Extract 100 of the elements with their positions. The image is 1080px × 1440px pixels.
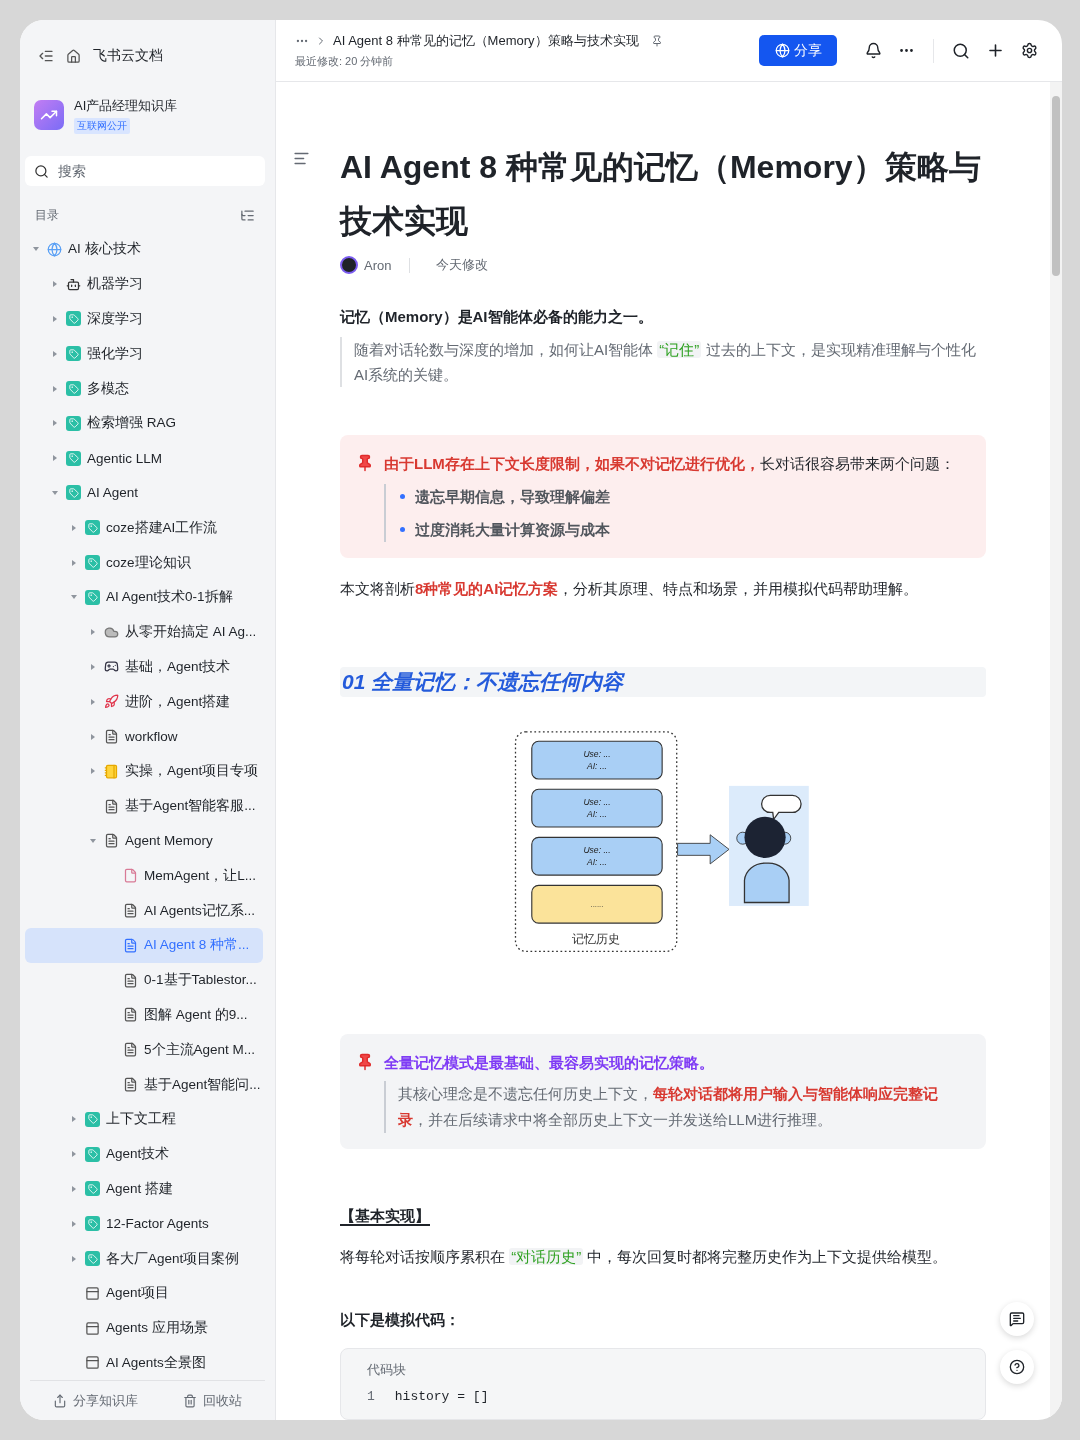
caret-icon[interactable] [70,1254,78,1263]
avatar [340,256,358,274]
help-button[interactable] [1000,1350,1034,1384]
tag-icon [66,415,81,431]
tree-item[interactable]: AI Agent技术0-1拆解 [25,579,263,615]
caret-icon[interactable] [89,628,97,637]
search-icon[interactable] [952,41,970,60]
caret-icon[interactable] [51,384,59,393]
tree-item[interactable]: coze搭建AI工作流 [25,510,263,546]
callout-text: 由于LLM存在上下文长度限制，如果不对记忆进行优化，长对话很容易带来两个问题： [384,454,956,474]
tree-item[interactable]: AI Agent [25,475,263,511]
notification-icon[interactable] [865,42,882,59]
pin-icon [356,454,374,472]
tag-icon [85,1146,100,1162]
tree-item[interactable]: 12-Factor Agents [25,1206,263,1242]
tree-item[interactable]: Agents 应用场景 [25,1310,263,1346]
document-icon [104,798,119,814]
caret-icon[interactable] [70,1184,78,1193]
caret-icon[interactable] [89,697,97,706]
tree-item[interactable]: 多模态 [25,371,263,406]
diagram-caption: 记忆历史 [572,931,621,946]
comment-button[interactable] [1000,1302,1034,1336]
caret-icon[interactable] [51,315,59,323]
settings-icon[interactable] [1021,42,1038,59]
caret-icon[interactable] [70,558,78,567]
tree-item[interactable]: 0-1基于Tablestor... [25,962,263,998]
message-card: Use: ... AI: ... [531,788,663,828]
paragraph: 将每轮对话按顺序累积在 “对话历史” 中，每次回复时都将完整历史作为上下文提供给模型。 [340,1246,949,1267]
caret-icon[interactable] [89,732,97,741]
add-icon[interactable] [986,41,1005,60]
outline-icon[interactable] [293,150,310,167]
tree-item[interactable]: AI Agents记忆系... [25,893,263,928]
caret-icon[interactable] [51,349,59,358]
last-modified: 最近修改: 20 分钟前 [295,54,395,69]
caret-icon[interactable] [70,523,78,532]
list-icon[interactable] [240,207,255,223]
home-icon[interactable] [66,48,81,64]
arrow [677,834,730,865]
tag-icon [85,520,100,536]
search-field[interactable]: 搜索 [25,156,265,186]
caret-icon[interactable] [89,662,97,671]
caret-icon[interactable] [89,767,97,776]
board-icon [85,1320,100,1336]
document-icon [104,729,119,745]
caret-icon[interactable] [70,1115,78,1124]
caret-icon[interactable] [70,1219,78,1228]
board-icon [85,1285,100,1301]
space-logo-icon [34,100,64,130]
tag-icon [85,555,100,571]
share-button[interactable]: 分享 [759,35,837,66]
collapse-sidebar-icon[interactable] [38,48,54,64]
tree-item[interactable]: 强化学习 [25,336,263,372]
rocket-icon [104,694,119,710]
tree-item[interactable]: AI Agents全景图 [25,1345,263,1380]
author-name[interactable]: Aron [364,257,411,273]
tree-item[interactable]: Agent技术 [25,1136,263,1172]
tree-item[interactable]: coze理论知识 [25,545,263,580]
tree-item[interactable]: AI 核心技术 [25,232,263,267]
tree-item[interactable]: MemAgent，让L... [25,858,263,894]
tree-item[interactable]: 上下文工程 [25,1101,263,1137]
pin-icon[interactable] [650,35,663,47]
tree-item[interactable]: 机器学习 [25,266,263,302]
tree-item[interactable]: 各大厂Agent项目案例 [25,1241,263,1276]
tree-item[interactable]: 实操，Agent项目专项 [25,753,263,789]
document-icon [123,1042,138,1058]
caret-icon[interactable] [89,836,97,845]
tree-item[interactable]: 基于Agent智能客服... [25,788,263,824]
caret-icon[interactable] [51,488,59,497]
caret-icon[interactable] [70,1150,78,1159]
tree-item[interactable]: workflow [25,719,263,754]
tree-item[interactable]: 基于Agent智能问... [25,1067,263,1102]
caret-icon[interactable] [51,419,59,428]
tag-icon [66,485,81,501]
tree-item[interactable]: 图解 Agent 的9... [25,997,263,1033]
message-card: Use: ... AI: ... [531,740,663,780]
tree-item[interactable]: Agent Memory [25,823,263,859]
document-icon [123,1077,138,1092]
file-icon [123,868,138,884]
message-card: Use: ... AI: ... [531,836,663,876]
tree-item[interactable]: 进阶，Agent搭建 [25,684,263,720]
tree-item[interactable]: 检索增强 RAG [25,406,263,441]
tree-item[interactable]: Agent 搭建 [25,1171,263,1207]
caret-icon[interactable] [51,280,59,289]
notebook-icon [104,763,119,779]
breadcrumb-title[interactable]: AI Agent 8 种常见的记忆（Memory）策略与技术实现 [333,32,639,50]
tree-item[interactable]: Agentic LLM [25,440,263,476]
tree-item[interactable]: 基础，Agent技术 [25,649,263,685]
tree-item[interactable]: 从零开始搞定 AI Ag... [25,614,263,650]
search-input[interactable]: 搜索 [56,156,256,186]
footer-button[interactable]: 分享知识库 [46,1390,144,1411]
tree-item[interactable]: Agent项目 [25,1275,263,1311]
footer-button[interactable]: 回收站 [177,1390,249,1411]
bullet-item: 过度消耗大量计算资源与成本 [400,517,966,542]
tag-icon [66,381,81,397]
tag-icon [66,346,81,362]
comment-icon [1009,1311,1025,1327]
caret-icon[interactable] [51,454,59,463]
tag-icon [85,1251,100,1266]
tree-item[interactable]: 5个主流Agent M... [25,1032,263,1068]
tree-item[interactable]: 深度学习 [25,301,263,337]
